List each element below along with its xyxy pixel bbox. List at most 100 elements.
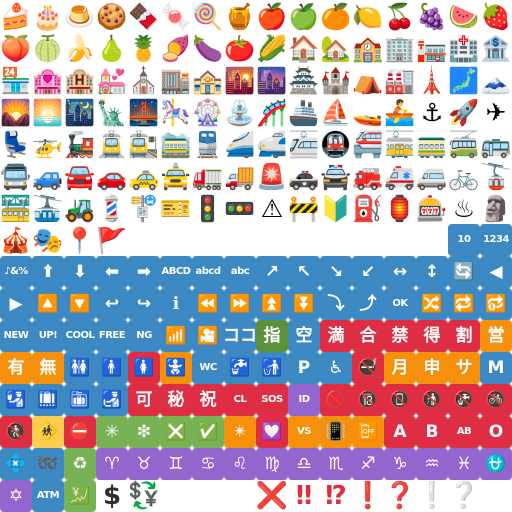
down-right-arrow-icon: ↘ bbox=[320, 256, 352, 288]
cl-button-icon: CL bbox=[224, 384, 256, 416]
round-pushpin-icon: 📍 bbox=[64, 225, 96, 255]
bus-icon: 🚌 bbox=[480, 129, 512, 159]
japanese-monthly-amount-button-icon: 月 bbox=[384, 352, 416, 384]
up-down-arrow-icon: ↕ bbox=[416, 256, 448, 288]
antenna-bars-icon: 📶 bbox=[160, 320, 192, 352]
input-latin-letters-icon: abc bbox=[224, 256, 256, 288]
chocolate-bar-icon: 🍫 bbox=[128, 1, 160, 31]
green-apple-icon: 🍏 bbox=[288, 1, 320, 31]
left-right-arrow-icon: ↔ bbox=[384, 256, 416, 288]
office-building-icon: 🏢 bbox=[384, 33, 416, 63]
articulated-lorry-icon: 🚛 bbox=[192, 161, 224, 191]
car-icon: 🚙 bbox=[32, 161, 64, 191]
sailboat-icon: ⛵ bbox=[320, 97, 352, 127]
ticket-icon: 🎫 bbox=[160, 193, 192, 223]
womens-room-icon: 🚺 bbox=[128, 352, 160, 384]
taxi-icon: 🚕 bbox=[128, 161, 160, 191]
rocket-icon: 🚀 bbox=[448, 97, 480, 127]
gemini-icon: ♊ bbox=[160, 448, 192, 480]
cross-mark-button-icon: ❎ bbox=[160, 416, 192, 448]
aries-icon: ♈ bbox=[96, 448, 128, 480]
hotel-icon: 🏨 bbox=[64, 65, 96, 95]
no-one-under-eighteen-icon: 🔞 bbox=[352, 384, 384, 416]
carousel-horse-icon: 🎠 bbox=[160, 97, 192, 127]
vs-button-icon: VS bbox=[288, 416, 320, 448]
tomato-icon: 🍅 bbox=[224, 33, 256, 63]
fast-down-button-icon: ⏬ bbox=[288, 288, 320, 320]
grapes-icon: 🍇 bbox=[416, 1, 448, 31]
tram-car-icon: 🚋 bbox=[384, 129, 416, 159]
non-potable-water-icon: 🚱 bbox=[448, 384, 480, 416]
right-arrow-curving-left-icon: ↩ bbox=[96, 288, 128, 320]
eight-pointed-star-icon: ✴ bbox=[224, 416, 256, 448]
european-post-office-icon: 🏤 bbox=[192, 65, 224, 95]
department-store-icon: 🏬 bbox=[160, 65, 192, 95]
circled-m-icon: M bbox=[480, 352, 512, 384]
oncoming-automobile-icon: 🚘 bbox=[64, 161, 96, 191]
metro-icon: 🚇 bbox=[320, 129, 352, 159]
o-button-icon: O bbox=[480, 416, 512, 448]
upwards-button-icon: 🔼 bbox=[32, 288, 64, 320]
baggage-claim-icon: 🛄 bbox=[32, 384, 64, 416]
cookie-icon: 🍪 bbox=[96, 1, 128, 31]
japanese-open-for-business-button-icon: 営 bbox=[480, 320, 512, 352]
up-button-icon: UP! bbox=[32, 320, 64, 352]
japanese-acceptable-button-icon: 可 bbox=[128, 384, 160, 416]
p-button-icon: P bbox=[288, 352, 320, 384]
warning-icon: ⚠ bbox=[260, 193, 284, 223]
oncoming-taxi-icon: 🚖 bbox=[160, 161, 192, 191]
passport-control-icon: 🛂 bbox=[0, 384, 32, 416]
station-icon: 🚉 bbox=[128, 129, 160, 159]
bank-icon: 🏦 bbox=[480, 33, 512, 63]
sparkle-icon: ❇ bbox=[128, 416, 160, 448]
red-apple-icon: 🍎 bbox=[256, 1, 288, 31]
left-luggage-icon: 🛅 bbox=[64, 384, 96, 416]
no-mobile-phones-icon: 📵 bbox=[384, 384, 416, 416]
sos-button-icon: SOS bbox=[256, 384, 288, 416]
information-icon: ℹ bbox=[160, 288, 192, 320]
currency-exchange-icon: 💱 bbox=[128, 481, 160, 511]
japanese-vacancy-button-icon: 空 bbox=[288, 320, 320, 352]
church-icon: ⛪ bbox=[128, 65, 160, 95]
candy-icon: 🍬 bbox=[160, 1, 192, 31]
sunrise-over-mountains-icon: 🌄 bbox=[0, 97, 32, 127]
baby-symbol-icon: 🚼 bbox=[160, 352, 192, 384]
right-arrow-icon: ➡ bbox=[128, 256, 160, 288]
construction-icon: 🚧 bbox=[288, 193, 320, 223]
customs-icon: 🛃 bbox=[96, 384, 128, 416]
downwards-button-icon: 🔽 bbox=[64, 288, 96, 320]
red-exclamation-mark-icon: ❗ bbox=[352, 481, 384, 511]
cityscape-at-dusk-icon: 🌆 bbox=[256, 65, 288, 95]
oncoming-police-car-icon: 🚔 bbox=[320, 161, 352, 191]
japanese-free-of-charge-button-icon: 無 bbox=[32, 352, 64, 384]
up-left-arrow-icon: ↖ bbox=[288, 256, 320, 288]
shortcake-icon: 🍰 bbox=[0, 1, 32, 31]
eggplant-icon: 🍆 bbox=[192, 33, 224, 63]
light-rail-icon: 🚈 bbox=[288, 129, 320, 159]
helicopter-icon: 🚁 bbox=[32, 129, 64, 159]
a-button-icon: A bbox=[384, 416, 416, 448]
birthday-cake-icon: 🎂 bbox=[32, 1, 64, 31]
bus-stop-icon: 🚏 bbox=[128, 193, 160, 223]
fountain-icon: ⛲ bbox=[224, 97, 256, 127]
heart-decoration-icon: 💟 bbox=[256, 416, 288, 448]
love-hotel-icon: 🏩 bbox=[32, 65, 64, 95]
cancer-icon: ♋ bbox=[192, 448, 224, 480]
exclamation-question-mark-icon: ⁉ bbox=[325, 481, 347, 511]
scorpio-icon: ♏ bbox=[320, 448, 352, 480]
aquarius-icon: ♒ bbox=[416, 448, 448, 480]
lemon-icon: 🍋 bbox=[352, 1, 384, 31]
eight-spoked-asterisk-icon: ✳ bbox=[96, 416, 128, 448]
hospital-icon: 🏥 bbox=[448, 33, 480, 63]
input-latin-uppercase-icon: ABCD bbox=[160, 256, 192, 288]
post-office-icon: 🏣 bbox=[416, 33, 448, 63]
bridge-at-night-icon: 🌉 bbox=[128, 97, 160, 127]
vibration-mode-icon: 📳 bbox=[320, 416, 352, 448]
tractor-icon: 🚜 bbox=[64, 193, 96, 223]
honey-pot-icon: 🍯 bbox=[224, 1, 256, 31]
emoji-sprite-sheet: 🍰 🎂 🍮 🍪 🍫 🍬 🍭 🍯 🍎 🍏 🍊 🍋 🍒 🍇 🍉 🍓 🍑 🍈 🍌 🍐 🍍 🍠 🍆 🍅 🌽 🏠 🏡 🏫 🏢 🏣 🏥 🏦 🏪 🏩 🏨 💒 ⛪ 🏬 🏤 🌇… bbox=[0, 0, 512, 512]
fire-engine-icon: 🚒 bbox=[352, 161, 384, 191]
performing-arts-icon: 🎭 bbox=[32, 225, 64, 255]
seat-icon: 💺 bbox=[0, 129, 32, 159]
moai-icon: 🗿 bbox=[480, 193, 512, 223]
